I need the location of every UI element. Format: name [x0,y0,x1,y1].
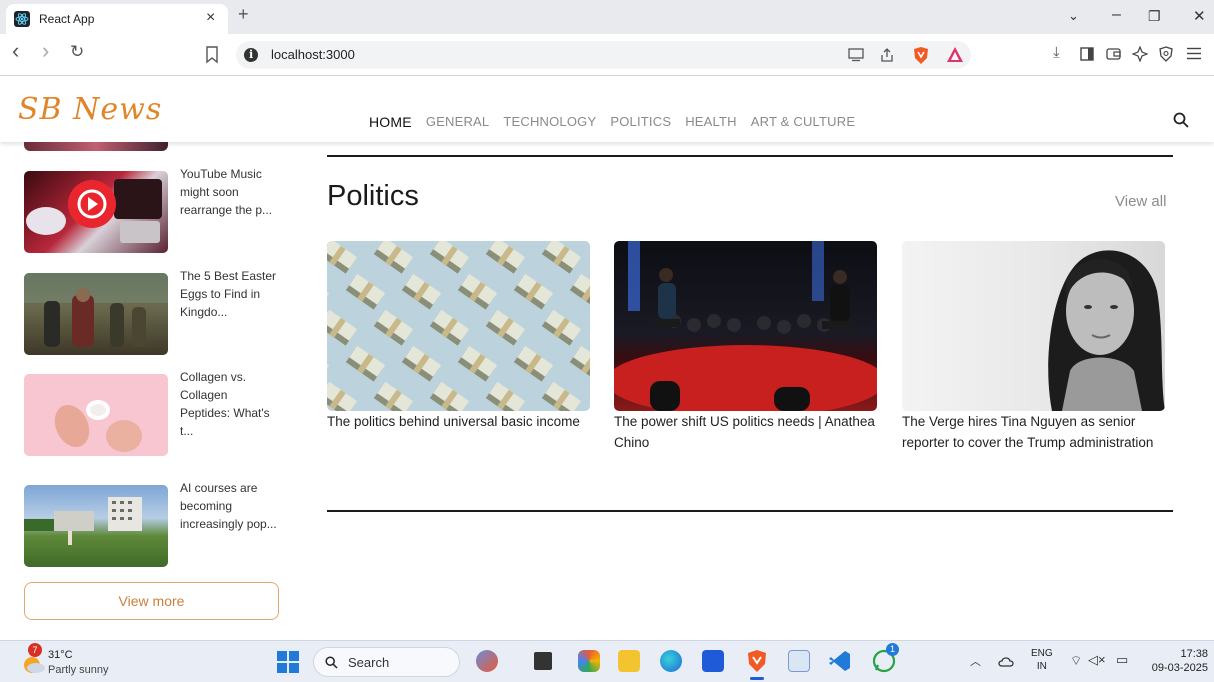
site-logo[interactable]: SB News [18,92,162,127]
url-text: localhost:3000 [271,47,355,62]
tab-search-icon[interactable]: ⌄ [1068,8,1079,24]
leo-ai-icon[interactable] [1132,46,1148,62]
lang-region: IN [1036,661,1047,672]
whatsapp-badge: 1 [886,643,899,656]
view-more-button[interactable]: View more [24,582,279,620]
news-card-image[interactable] [902,241,1165,411]
menu-icon[interactable] [1186,47,1202,60]
sidebar-thumbnail[interactable] [24,485,168,567]
active-app-indicator [750,677,764,680]
photos-icon[interactable] [788,650,810,672]
sidebar-thumbnail-partial[interactable] [24,142,168,151]
clock[interactable]: 17:38 09-03-2025 [1146,647,1208,675]
windows-start-icon[interactable] [277,651,299,673]
news-card-title[interactable]: The Verge hires Tina Nguyen as senior re… [902,411,1172,453]
weather-temp[interactable]: 31°C [48,649,73,661]
clock-date: 09-03-2025 [1151,662,1208,674]
tab-close-icon[interactable]: × [206,10,215,26]
new-tab-button[interactable]: + [238,4,249,25]
nav-item-health[interactable]: HEALTH [685,114,737,130]
news-card-title[interactable]: The politics behind universal basic inco… [327,411,597,432]
taskbar-search-icon [325,656,338,669]
section-title: Politics [327,180,419,212]
store-icon[interactable] [702,650,724,672]
clock-time: 17:38 [1180,648,1208,660]
sidebar-news-item[interactable]: AI courses are becoming increasingly pop… [24,481,284,567]
browser-tab[interactable]: React App × [6,4,228,34]
copilot-icon[interactable] [578,650,600,672]
search-icon[interactable] [1173,112,1189,128]
browser-tab-bar: React App × + ⌄ – ❐ ✕ [0,0,1214,34]
weather-badge: 7 [28,643,42,657]
lang-code: ENG [1031,648,1053,659]
sidebar-thumbnail[interactable] [24,374,168,456]
site-header: SB News HOME GENERAL TECHNOLOGY POLITICS… [0,76,1214,142]
sidebar-thumbnail[interactable] [24,273,168,355]
brave-browser-icon[interactable] [746,649,768,673]
reload-button[interactable]: ↻ [70,42,84,62]
volume-icon[interactable]: ◁× [1088,652,1106,668]
onedrive-icon[interactable] [998,655,1014,667]
nav-item-art-culture[interactable]: ART & CULTURE [751,114,855,130]
weather-desc[interactable]: Partly sunny [48,664,109,676]
news-card-image[interactable] [327,241,590,411]
sidebar-news-title[interactable]: Collagen vs. Collagen Peptides: What's t… [180,368,280,440]
address-bar[interactable]: localhost:3000 [236,41,971,69]
section-divider-top [327,155,1173,157]
brave-rewards-icon[interactable] [946,46,964,63]
wallet-icon[interactable] [1106,47,1121,61]
windows-taskbar: 7 31°C Partly sunny Search 1 ︿ ENG IN ⌔ … [0,640,1214,682]
language-indicator[interactable]: ENG IN [1031,647,1053,673]
sidebar-news-title[interactable]: The 5 Best Easter Eggs to Find in Kingdo… [180,267,280,321]
main-nav: HOME GENERAL TECHNOLOGY POLITICS HEALTH … [369,114,869,130]
task-view-icon[interactable] [534,652,552,670]
cast-icon[interactable] [848,48,864,62]
nav-item-politics[interactable]: POLITICS [610,114,671,130]
nav-item-general[interactable]: GENERAL [426,114,490,130]
view-all-link[interactable]: View all [1115,193,1166,210]
react-favicon-icon [14,11,30,27]
vpn-shield-icon[interactable] [1158,46,1174,62]
sidebar-news-title[interactable]: YouTube Music might soon rearrange the p… [180,165,280,219]
news-card-title[interactable]: The power shift US politics needs | Anat… [614,411,884,453]
sidebar-thumbnail[interactable] [24,171,168,253]
tray-chevron-icon[interactable]: ︿ [970,653,981,669]
maximize-button[interactable]: ❐ [1148,8,1161,25]
copilot-widget-icon[interactable] [476,650,498,672]
site-info-icon[interactable] [244,48,258,62]
sidebar-news-item[interactable]: Collagen vs. Collagen Peptides: What's t… [24,370,284,456]
news-card-image[interactable] [614,241,877,411]
downloads-icon[interactable]: ⤓ [1053,44,1060,61]
sidebar-news-item[interactable]: YouTube Music might soon rearrange the p… [24,167,284,253]
taskbar-search-label: Search [348,655,390,670]
nav-item-home[interactable]: HOME [369,114,412,130]
nav-item-technology[interactable]: TECHNOLOGY [503,114,596,130]
bookmark-icon[interactable] [205,46,219,64]
brave-shield-icon[interactable] [912,46,930,65]
battery-icon[interactable]: ▭ [1116,652,1128,668]
tab-title: React App [39,12,95,26]
share-icon[interactable] [879,47,895,63]
vscode-icon[interactable] [829,650,851,672]
close-window-button[interactable]: ✕ [1193,7,1206,25]
wifi-icon[interactable]: ⌔ [1070,653,1082,669]
back-button[interactable]: ‹ [12,38,19,64]
sidebar-news-title[interactable]: AI courses are becoming increasingly pop… [180,479,280,533]
sidebar-news-item[interactable]: The 5 Best Easter Eggs to Find in Kingdo… [24,269,284,355]
taskbar-search[interactable]: Search [313,647,460,677]
file-explorer-icon[interactable] [618,650,640,672]
browser-toolbar: ‹ › ↻ localhost:3000 ⤓ [0,34,1214,76]
section-divider-bottom [327,510,1173,512]
sidebar-toggle-icon[interactable] [1080,47,1094,61]
edge-icon[interactable] [660,650,682,672]
forward-button[interactable]: › [42,38,49,64]
minimize-button[interactable]: – [1112,6,1121,24]
